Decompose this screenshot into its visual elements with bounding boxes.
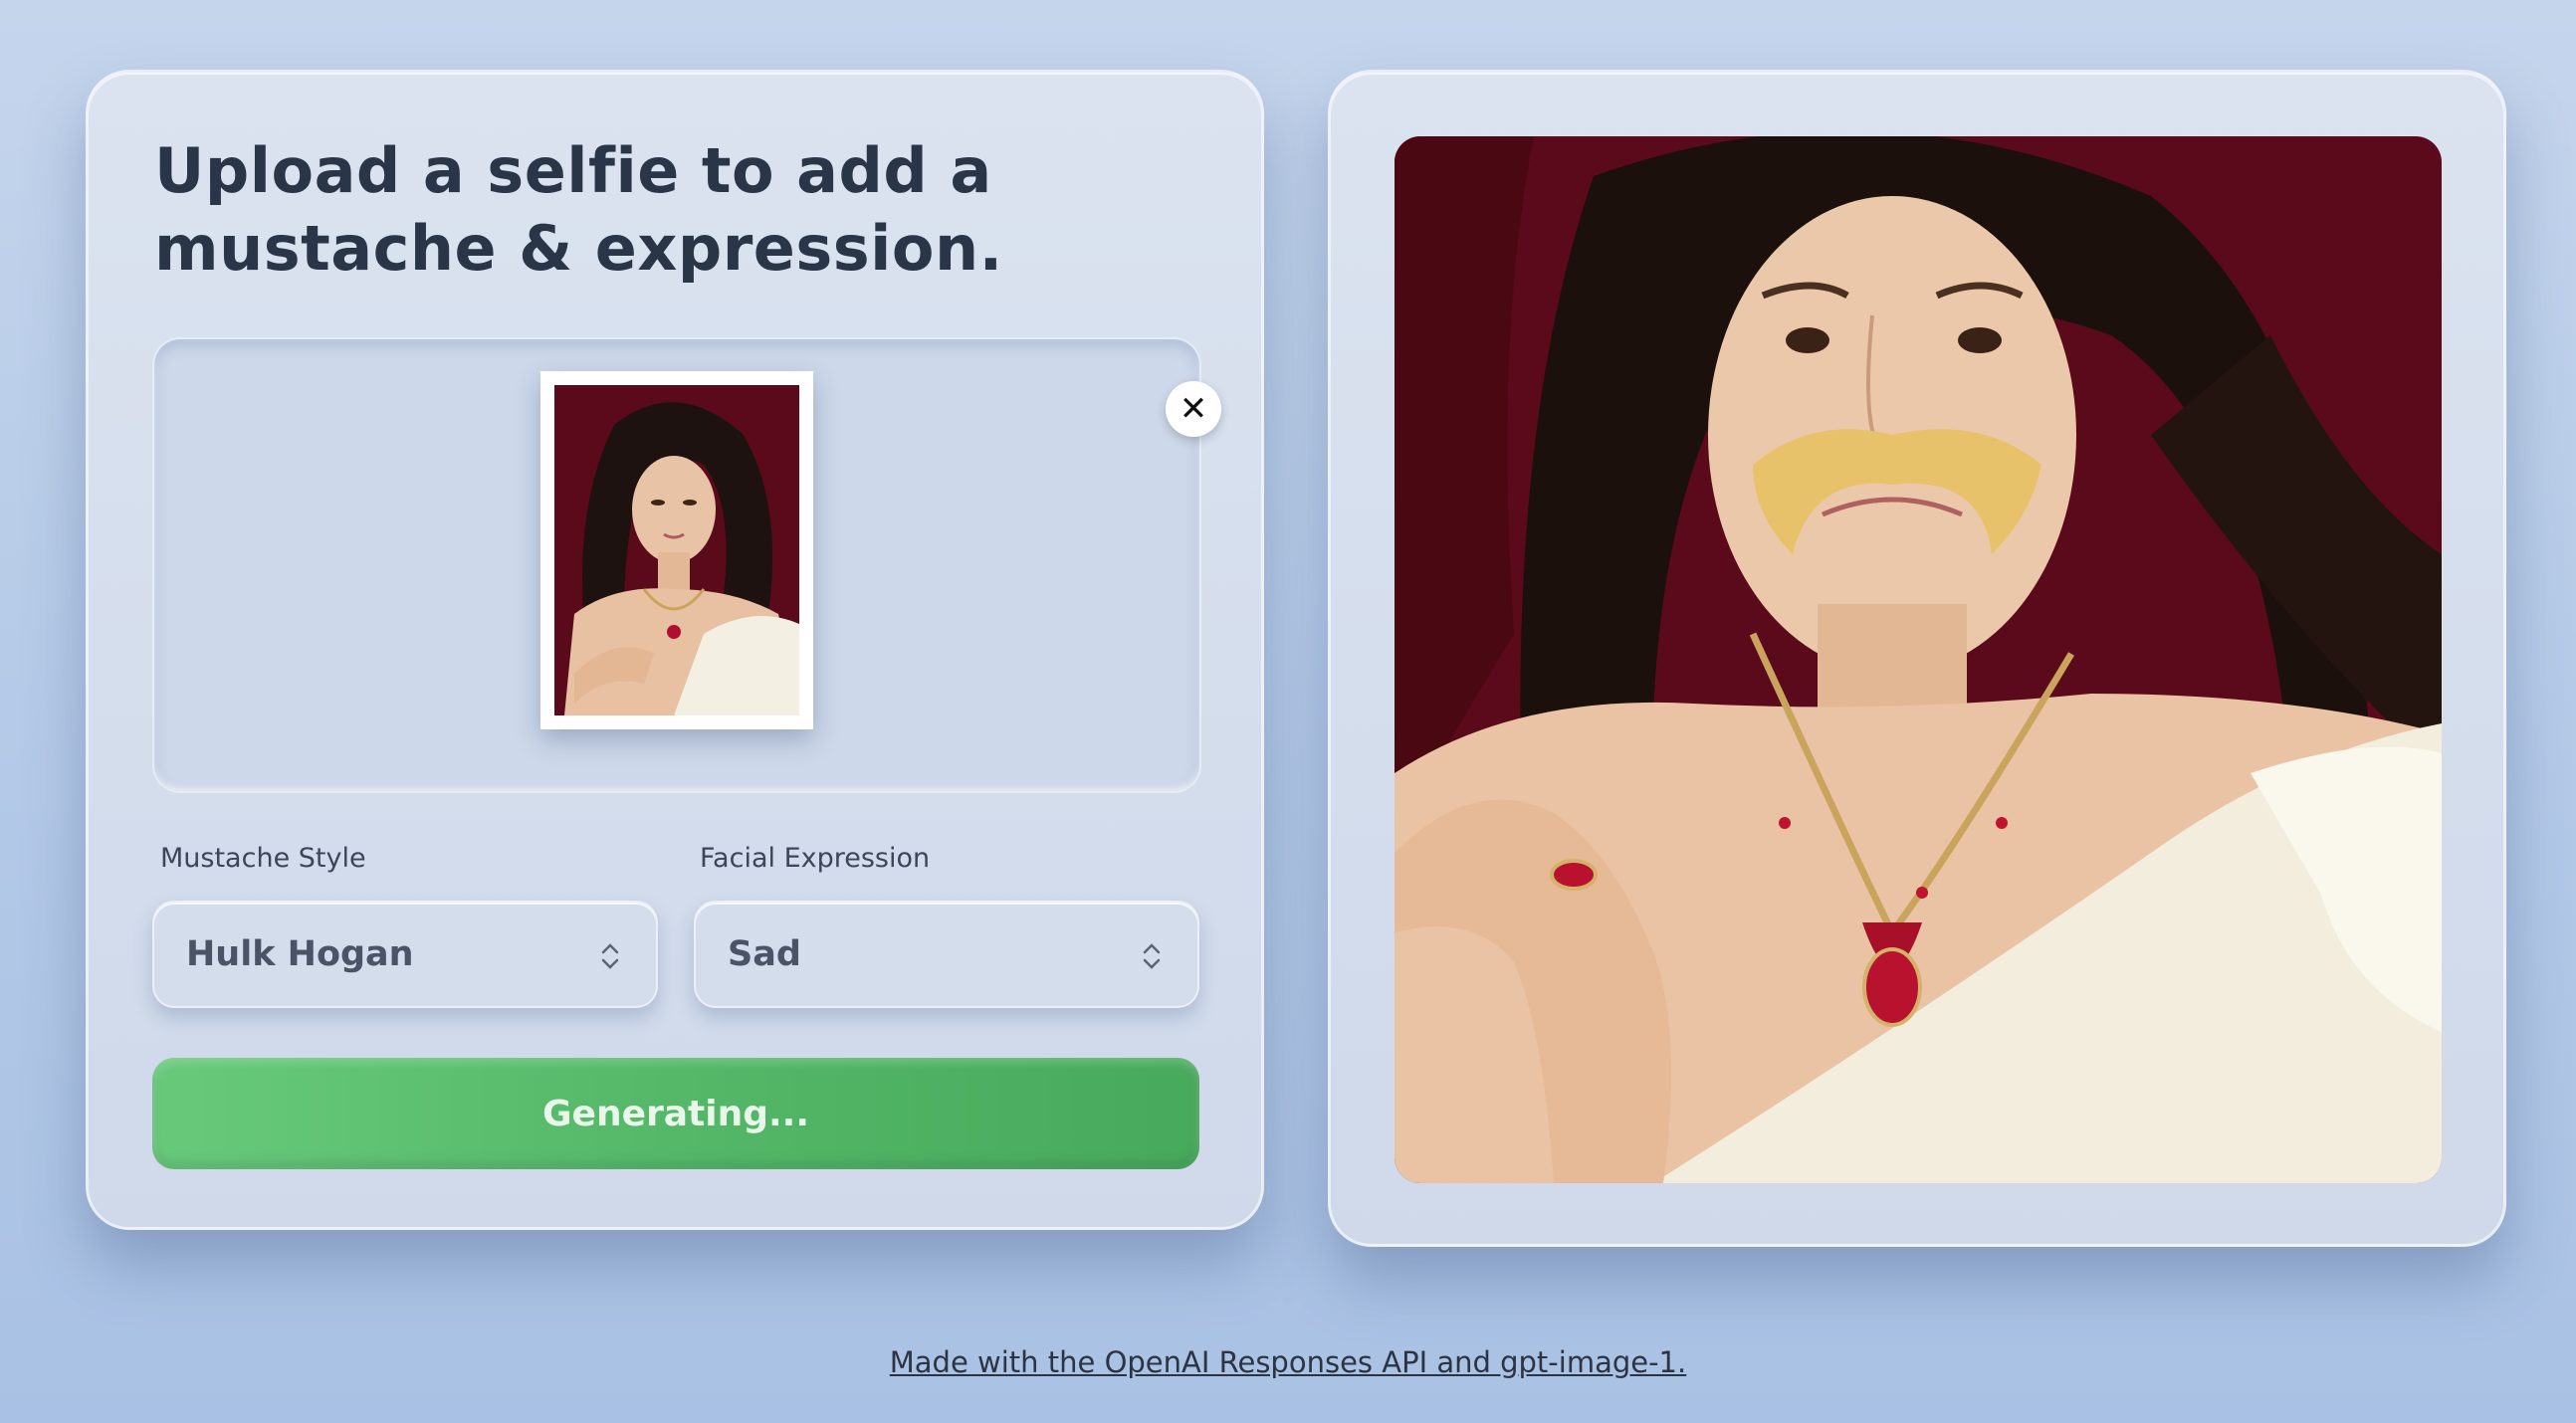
selfie-thumbnail: ✕ xyxy=(540,371,1221,729)
footer-credit-link[interactable]: Made with the OpenAI Responses API and g… xyxy=(0,1345,2576,1379)
facial-expression-value: Sad xyxy=(728,934,801,974)
remove-image-button[interactable]: ✕ xyxy=(1166,381,1221,437)
facial-expression-label: Facial Expression xyxy=(700,843,931,874)
page-title: Upload a selfie to add a mustache & expr… xyxy=(154,134,1003,285)
chevron-up-down-icon xyxy=(1143,943,1161,969)
result-image-frame xyxy=(1395,136,2442,1183)
upload-dropzone[interactable]: ✕ xyxy=(152,337,1221,793)
chevron-up-down-icon xyxy=(601,943,619,969)
mustache-style-label: Mustache Style xyxy=(160,843,366,874)
mustache-style-value: Hulk Hogan xyxy=(186,934,414,974)
facial-expression-select[interactable]: Sad xyxy=(694,901,1199,1008)
result-panel xyxy=(1328,70,2506,1247)
selfie-image xyxy=(554,385,799,715)
generate-button[interactable]: Generating... xyxy=(152,1058,1199,1169)
upload-panel: Upload a selfie to add a mustache & expr… xyxy=(86,70,1264,1230)
mustache-style-select[interactable]: Hulk Hogan xyxy=(152,901,658,1008)
result-image xyxy=(1395,136,2442,1183)
